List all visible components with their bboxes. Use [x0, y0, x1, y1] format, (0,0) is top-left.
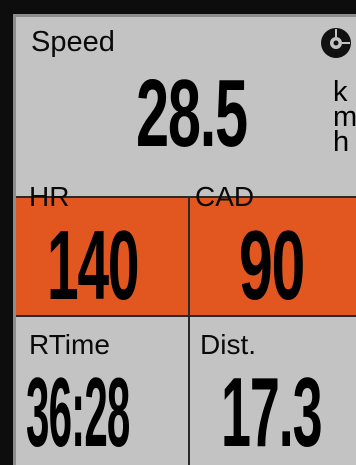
cad-label: CAD [195, 181, 255, 212]
speed-label: Speed [31, 26, 115, 58]
speed-unit-h: h [333, 126, 350, 158]
divider-vertical [188, 198, 190, 465]
rtime-value: 36:28 [26, 357, 130, 465]
hr-value: 140 [47, 210, 140, 320]
dist-value: 17.3 [221, 357, 323, 465]
speed-value: 28.5 [136, 60, 248, 167]
bike-computer-screen: Speed 28.5 k m h HR 140 CAD 90 RTime 36:… [0, 0, 356, 465]
hr-label: HR [29, 181, 70, 212]
rtime-label: RTime [29, 329, 110, 360]
cad-value: 90 [239, 210, 305, 320]
device-bezel-left [0, 0, 13, 465]
dist-label: Dist. [200, 329, 256, 360]
bicycle-wheel-icon [321, 28, 351, 58]
device-bezel-top [0, 0, 356, 14]
screen-shadow-top [13, 14, 356, 17]
